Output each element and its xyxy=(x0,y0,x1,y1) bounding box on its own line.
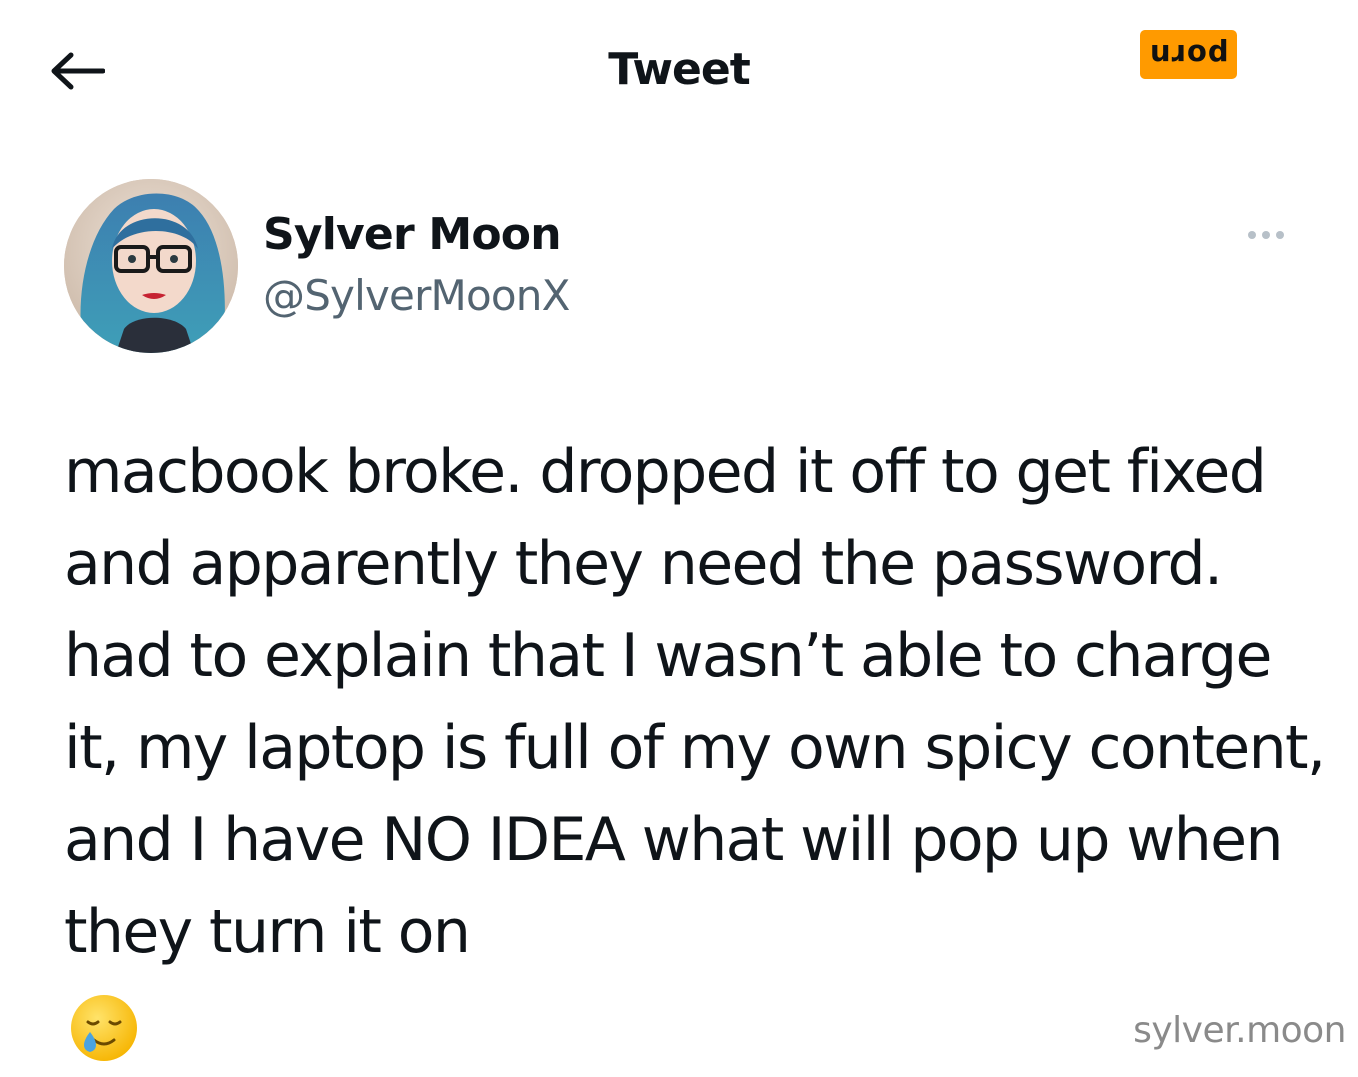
top-bar: Tweet porn xyxy=(0,0,1358,140)
smiling-face-with-tear-icon xyxy=(71,995,137,1061)
watermark-badge: porn xyxy=(1140,30,1237,79)
tweet-text: macbook broke. dropped it off to get fix… xyxy=(64,437,1326,967)
more-dots-icon xyxy=(1276,231,1284,239)
display-name[interactable]: Sylver Moon xyxy=(263,207,562,263)
avatar[interactable] xyxy=(64,179,238,353)
more-dots-icon xyxy=(1262,231,1270,239)
more-dots-icon xyxy=(1248,231,1256,239)
credit-watermark: sylver.moon xyxy=(1133,1010,1346,1051)
user-handle[interactable]: @SylverMoonX xyxy=(263,268,570,324)
more-options-button[interactable] xyxy=(1238,220,1294,250)
watermark-badge-label: porn xyxy=(1148,37,1229,72)
avatar-image xyxy=(64,179,238,353)
